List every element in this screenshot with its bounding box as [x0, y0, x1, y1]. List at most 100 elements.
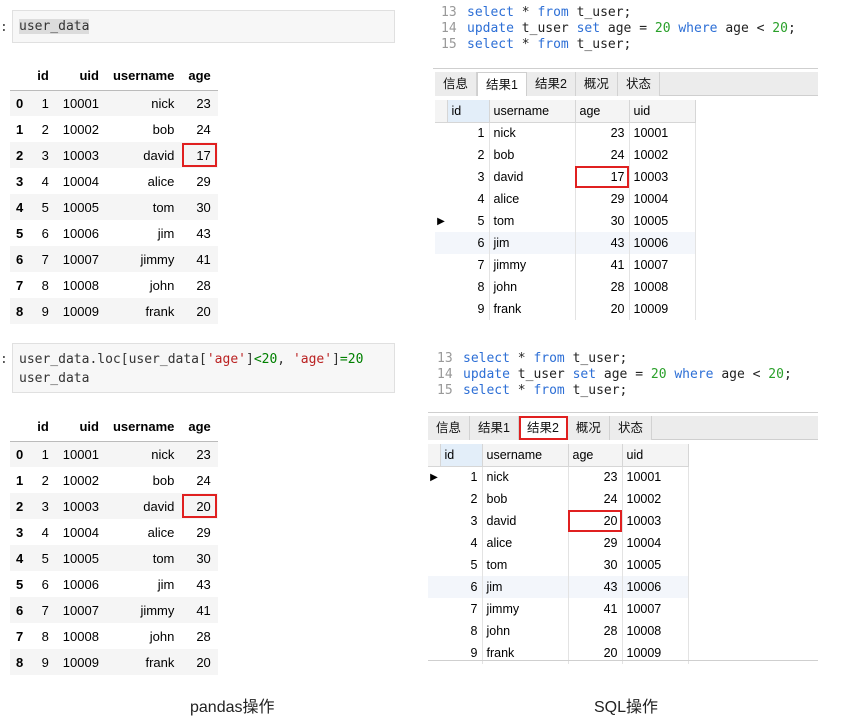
grid-cell[interactable]: 5 — [447, 210, 490, 232]
grid-cell[interactable]: 41 — [568, 598, 623, 620]
tab-1[interactable]: 信息 — [435, 72, 478, 96]
code-cell-1[interactable]: user_data — [12, 10, 395, 43]
code-cell-2[interactable]: user_data.loc[user_data['age']<20, 'age'… — [12, 343, 395, 393]
grid-row[interactable]: 7 jimmy 41 10007 — [435, 254, 696, 276]
grid-column-header[interactable]: uid — [622, 444, 689, 467]
grid-column-header[interactable]: id — [447, 100, 490, 123]
grid-cell[interactable]: 10005 — [629, 210, 696, 232]
grid-cell[interactable]: 10005 — [622, 554, 689, 576]
grid-cell[interactable]: bob — [489, 144, 576, 166]
grid-cell[interactable]: 10006 — [622, 576, 689, 598]
grid-cell[interactable]: tom — [482, 554, 569, 576]
grid-cell[interactable]: 43 — [568, 576, 623, 598]
grid-column-header[interactable]: username — [482, 444, 569, 467]
grid-cell[interactable]: jimmy — [489, 254, 576, 276]
grid-cell[interactable]: 10001 — [622, 466, 689, 488]
grid-cell[interactable]: bob — [482, 488, 569, 510]
grid-cell[interactable]: 23 — [575, 122, 630, 144]
grid-cell[interactable]: 10004 — [622, 532, 689, 554]
grid-row[interactable]: 6 jim 43 10006 — [428, 576, 689, 598]
grid-cell[interactable]: 10008 — [629, 276, 696, 298]
grid-cell[interactable]: 6 — [447, 232, 490, 254]
tab-5[interactable]: 状态 — [617, 72, 660, 96]
grid-row[interactable]: 8 john 28 10008 — [435, 276, 696, 298]
grid-cell[interactable]: 28 — [568, 620, 623, 642]
grid-row[interactable]: 3 david 17 10003 — [435, 166, 696, 188]
grid-cell[interactable]: 43 — [575, 232, 630, 254]
grid-cell[interactable]: 7 — [440, 598, 483, 620]
grid-cell[interactable]: 9 — [447, 298, 490, 320]
grid-column-header[interactable]: uid — [629, 100, 696, 123]
grid-cell[interactable]: frank — [489, 298, 576, 320]
tab-2[interactable]: 结果1 — [470, 416, 519, 440]
grid-row[interactable]: 4 alice 29 10004 — [428, 532, 689, 554]
tab-4[interactable]: 概况 — [567, 416, 610, 440]
grid-cell[interactable]: 24 — [568, 488, 623, 510]
highlighted-age-cell[interactable]: 20 — [568, 510, 623, 532]
grid-row[interactable]: ▶ 1 nick 23 10001 — [428, 466, 689, 488]
grid-row[interactable]: 1 nick 23 10001 — [435, 122, 696, 144]
grid-cell[interactable]: john — [482, 620, 569, 642]
grid-cell[interactable]: nick — [482, 466, 569, 488]
grid-cell[interactable]: 23 — [568, 466, 623, 488]
sql-editor-top[interactable]: 13 select * from t_user; 14 update t_user s… — [441, 5, 796, 53]
grid-cell[interactable]: 10007 — [622, 598, 689, 620]
grid-cell[interactable]: 10001 — [629, 122, 696, 144]
grid-row[interactable]: 7 jimmy 41 10007 — [428, 598, 689, 620]
grid-cell[interactable]: 5 — [440, 554, 483, 576]
grid-cell[interactable]: 4 — [440, 532, 483, 554]
tab-5[interactable]: 状态 — [609, 416, 652, 440]
tab-1[interactable]: 信息 — [428, 416, 471, 440]
grid-cell[interactable]: 8 — [440, 620, 483, 642]
grid-row[interactable]: 2 bob 24 10002 — [428, 488, 689, 510]
grid-cell[interactable]: 29 — [568, 532, 623, 554]
grid-row[interactable]: 6 jim 43 10006 — [435, 232, 696, 254]
grid-cell[interactable]: 10007 — [629, 254, 696, 276]
grid-cell[interactable]: 10002 — [629, 144, 696, 166]
grid-cell[interactable]: 28 — [575, 276, 630, 298]
grid-column-header[interactable]: age — [568, 444, 623, 467]
grid-cell[interactable]: 10004 — [629, 188, 696, 210]
grid-cell[interactable]: tom — [489, 210, 576, 232]
grid-row[interactable]: ▶ 5 tom 30 10005 — [435, 210, 696, 232]
grid-cell[interactable]: 10009 — [629, 298, 696, 320]
grid-row[interactable]: 8 john 28 10008 — [428, 620, 689, 642]
grid-cell[interactable]: 4 — [447, 188, 490, 210]
grid-cell[interactable]: john — [489, 276, 576, 298]
grid-cell[interactable]: 20 — [575, 298, 630, 320]
grid-cell[interactable]: 6 — [440, 576, 483, 598]
grid-row[interactable]: 2 bob 24 10002 — [435, 144, 696, 166]
grid-cell[interactable]: 2 — [440, 488, 483, 510]
grid-cell[interactable]: 30 — [575, 210, 630, 232]
grid-cell[interactable]: 10003 — [622, 510, 689, 532]
grid-cell[interactable]: jimmy — [482, 598, 569, 620]
grid-cell[interactable]: 2 — [447, 144, 490, 166]
grid-cell[interactable]: alice — [482, 532, 569, 554]
grid-cell[interactable]: 29 — [575, 188, 630, 210]
grid-column-header[interactable]: username — [489, 100, 576, 123]
grid-cell[interactable]: jim — [489, 232, 576, 254]
grid-cell[interactable]: 3 — [447, 166, 490, 188]
grid-column-header[interactable]: age — [575, 100, 630, 123]
grid-cell[interactable]: alice — [489, 188, 576, 210]
grid-cell[interactable]: 8 — [447, 276, 490, 298]
grid-cell[interactable]: 30 — [568, 554, 623, 576]
grid-cell[interactable]: 10006 — [629, 232, 696, 254]
grid-cell[interactable]: 1 — [440, 466, 483, 488]
grid-cell[interactable]: nick — [489, 122, 576, 144]
grid-cell[interactable]: jim — [482, 576, 569, 598]
grid-row[interactable]: 3 david 20 10003 — [428, 510, 689, 532]
tab-3[interactable]: 结果2 — [518, 416, 568, 440]
grid-cell[interactable]: david — [482, 510, 569, 532]
grid-row[interactable]: 5 tom 30 10005 — [428, 554, 689, 576]
grid-cell[interactable]: 10008 — [622, 620, 689, 642]
grid-column-header[interactable]: id — [440, 444, 483, 467]
grid-cell[interactable]: 10002 — [622, 488, 689, 510]
grid-cell[interactable]: 7 — [447, 254, 490, 276]
sql-editor-bottom[interactable]: 13 select * from t_user; 14 update t_user s… — [437, 351, 792, 399]
grid-cell[interactable]: 24 — [575, 144, 630, 166]
tab-2[interactable]: 结果1 — [477, 72, 527, 96]
grid-cell[interactable]: 10003 — [629, 166, 696, 188]
grid-row[interactable]: 4 alice 29 10004 — [435, 188, 696, 210]
tab-3[interactable]: 结果2 — [526, 72, 576, 96]
